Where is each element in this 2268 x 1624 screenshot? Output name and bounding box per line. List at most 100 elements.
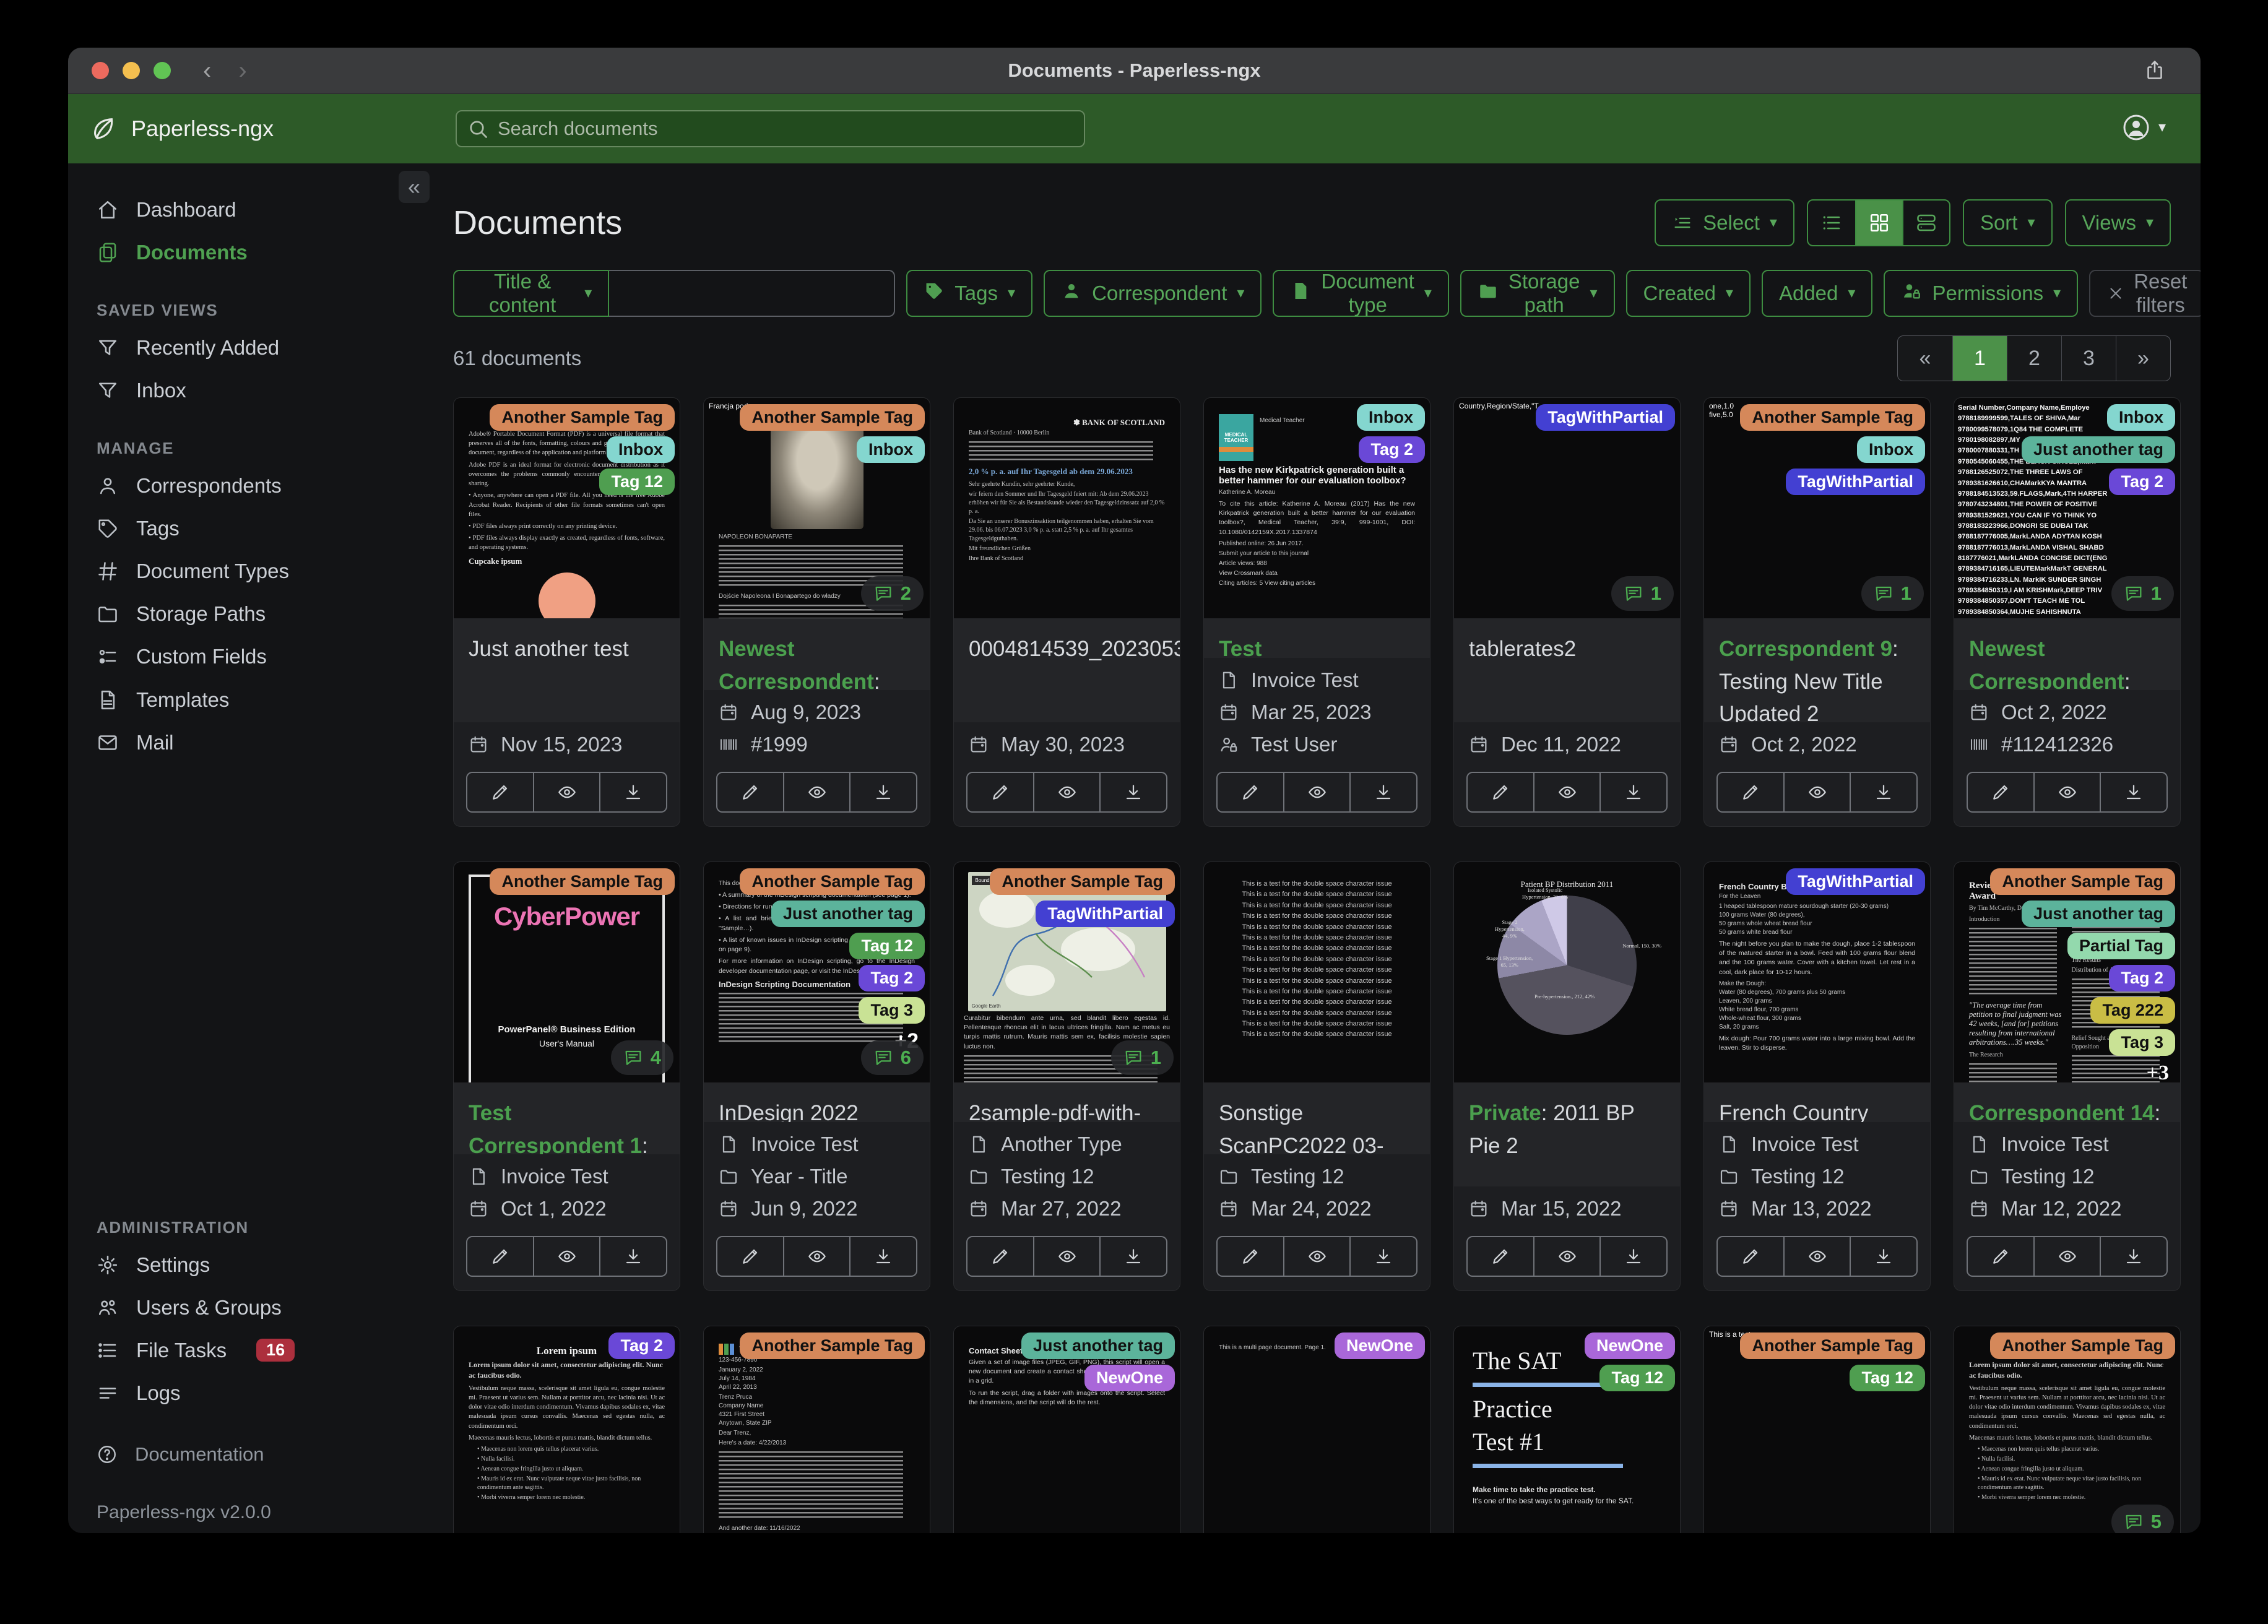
view-button[interactable]	[1034, 1236, 1101, 1277]
edit-button[interactable]	[1716, 1236, 1785, 1277]
app-brand[interactable]: Paperless-ngx	[89, 114, 274, 143]
page-button-»[interactable]: »	[2116, 336, 2170, 381]
view-button[interactable]	[1284, 772, 1351, 813]
sidebar-item-users-groups[interactable]: Users & Groups	[97, 1286, 427, 1329]
document-card[interactable]: This is a multi page document. Page 1. Ne…	[1203, 1326, 1430, 1533]
select-button[interactable]: Select ▾	[1655, 199, 1794, 246]
download-button[interactable]	[600, 772, 668, 813]
view-button[interactable]	[2034, 772, 2101, 813]
sidebar-item-document-types[interactable]: Document Types	[97, 550, 427, 593]
edit-button[interactable]	[1967, 772, 2035, 813]
reset-filters-button[interactable]: Reset filters	[2089, 270, 2201, 317]
document-card[interactable]: The SAT Practice Test #1 Make time to take …	[1453, 1326, 1681, 1533]
tag-pill[interactable]: Tag 3	[2109, 1029, 2175, 1056]
document-card[interactable]: one,1.0 five,5.0 Another Sample Tag Inbox T…	[1703, 397, 1931, 827]
document-card[interactable]: Country,Region/State,"T TagWithPartial 1 ta…	[1453, 397, 1681, 827]
tag-pill[interactable]: Just another tag	[2021, 436, 2175, 463]
edit-button[interactable]	[716, 1236, 784, 1277]
download-button[interactable]	[1351, 772, 1418, 813]
document-title[interactable]: InDesign 2022 Scripting Read Me	[704, 1082, 930, 1122]
tag-pill[interactable]: Just another tag	[771, 901, 925, 927]
tag-pill[interactable]: Tag 2	[2109, 469, 2175, 495]
document-title[interactable]: tablerates2	[1454, 618, 1680, 722]
document-title[interactable]: 0004814539_20230531	[954, 618, 1180, 722]
download-button[interactable]	[1601, 772, 1668, 813]
sidebar-item-inbox[interactable]: Inbox	[97, 369, 427, 412]
edit-button[interactable]	[1466, 1236, 1534, 1277]
view-button[interactable]	[1534, 772, 1601, 813]
document-card[interactable]: This is a test Another Sample Tag Tag 12	[1703, 1326, 1931, 1533]
download-button[interactable]	[1101, 1236, 1168, 1277]
correspondent-link[interactable]: Private	[1469, 1101, 1541, 1125]
edit-button[interactable]	[1216, 772, 1284, 813]
tag-pill[interactable]: Inbox	[1357, 404, 1425, 431]
sidebar-item-custom-fields[interactable]: Custom Fields	[97, 636, 427, 678]
download-button[interactable]	[600, 1236, 668, 1277]
document-card[interactable]: Serial Number,Company Name,Employe 97881…	[1954, 397, 2181, 827]
correspondent-filter-button[interactable]: Correspondent ▾	[1044, 270, 1262, 317]
correspondent-link[interactable]: Test Correspondent 1	[469, 1101, 642, 1154]
sidebar-item-templates[interactable]: Templates	[97, 678, 427, 721]
tag-pill[interactable]: NewOne	[1084, 1365, 1175, 1391]
sidebar-collapse-button[interactable]: «	[399, 171, 430, 203]
document-title[interactable]: Test Correspondent 1: [paperless] test p…	[1204, 618, 1430, 658]
edit-button[interactable]	[716, 772, 784, 813]
sidebar-item-correspondents[interactable]: Correspondents	[97, 464, 427, 507]
sidebar-item-recently-added[interactable]: Recently Added	[97, 326, 427, 369]
edit-button[interactable]	[1466, 772, 1534, 813]
download-button[interactable]	[2101, 1236, 2168, 1277]
title-content-input[interactable]	[609, 270, 896, 317]
sort-button[interactable]: Sort ▾	[1962, 199, 2053, 246]
correspondent-link[interactable]: Newest Correspondent	[1969, 637, 2124, 690]
share-icon[interactable]	[2144, 59, 2166, 81]
sidebar-item-storage-paths[interactable]: Storage Paths	[97, 593, 427, 636]
tag-pill[interactable]: Inbox	[1857, 436, 1925, 463]
view-grid-button[interactable]	[1855, 201, 1902, 245]
tag-pill[interactable]: TagWithPartial	[1786, 868, 1925, 895]
page-button-2[interactable]: 2	[2007, 336, 2061, 381]
tag-pill[interactable]: Another Sample Tag	[1990, 868, 2175, 895]
tag-pill[interactable]: Another Sample Tag	[740, 404, 925, 431]
tag-pill[interactable]: Partial Tag	[2067, 933, 2175, 959]
tag-pill[interactable]: Just another tag	[2021, 901, 2175, 927]
edit-button[interactable]	[966, 1236, 1034, 1277]
tag-pill[interactable]: Tag 3	[859, 997, 925, 1024]
view-button[interactable]	[1284, 1236, 1351, 1277]
close-window-button[interactable]	[92, 62, 109, 79]
edit-button[interactable]	[1967, 1236, 2035, 1277]
tag-pill[interactable]: Another Sample Tag	[740, 1332, 925, 1359]
tag-pill[interactable]: NewOne	[1334, 1332, 1425, 1359]
tag-pill[interactable]: Tag 2	[1359, 436, 1425, 463]
sidebar-item-settings[interactable]: Settings	[97, 1243, 427, 1286]
tag-pill[interactable]: Another Sample Tag	[990, 868, 1175, 895]
sidebar-item-mail[interactable]: Mail	[97, 721, 427, 764]
document-card[interactable]: MEDICAL TEACHER Medical Teacher Has the ne…	[1203, 397, 1430, 827]
back-icon[interactable]: ‹	[203, 58, 211, 83]
document-card[interactable]: This document contains in• A summary of …	[703, 862, 930, 1291]
page-button-3[interactable]: 3	[2061, 336, 2116, 381]
document-title[interactable]: Correspondent 14: Review-of-New-York-Fed…	[1954, 1082, 2180, 1122]
page-button-«[interactable]: «	[1898, 336, 1952, 381]
document-card[interactable]: ✽ BANK OF SCOTLAND Bank of Scotland · 100…	[953, 397, 1180, 827]
tag-pill[interactable]: TagWithPartial	[1536, 404, 1675, 431]
minimize-window-button[interactable]	[123, 62, 140, 79]
document-title[interactable]: 2sample-pdf-with-images	[954, 1082, 1180, 1122]
view-button[interactable]	[534, 1236, 601, 1277]
view-button[interactable]	[2034, 1236, 2101, 1277]
tag-pill[interactable]: Another Sample Tag	[490, 404, 675, 431]
correspondent-link[interactable]: Newest Correspondent	[719, 637, 874, 690]
tag-pill[interactable]: TagWithPartial	[1036, 901, 1175, 927]
tag-pill[interactable]: Another Sample Tag	[1990, 1332, 2175, 1359]
download-button[interactable]	[1351, 1236, 1418, 1277]
tag-pill[interactable]: Another Sample Tag	[740, 868, 925, 895]
view-button[interactable]	[784, 772, 851, 813]
download-button[interactable]	[850, 772, 918, 813]
added-filter-button[interactable]: Added ▾	[1761, 270, 1873, 317]
tag-pill[interactable]: TagWithPartial	[1786, 469, 1925, 495]
document-card[interactable]: Review of … of Arbitral Awards … Certain…	[1954, 862, 2181, 1291]
view-button[interactable]	[534, 772, 601, 813]
page-button-1[interactable]: 1	[1952, 336, 2007, 381]
correspondent-link[interactable]: Correspondent 14	[1969, 1101, 2155, 1122]
document-type-filter-button[interactable]: Document type ▾	[1273, 270, 1449, 317]
document-card[interactable]: Boundary Waters TripGoogle EarthCurabitu…	[953, 862, 1180, 1291]
